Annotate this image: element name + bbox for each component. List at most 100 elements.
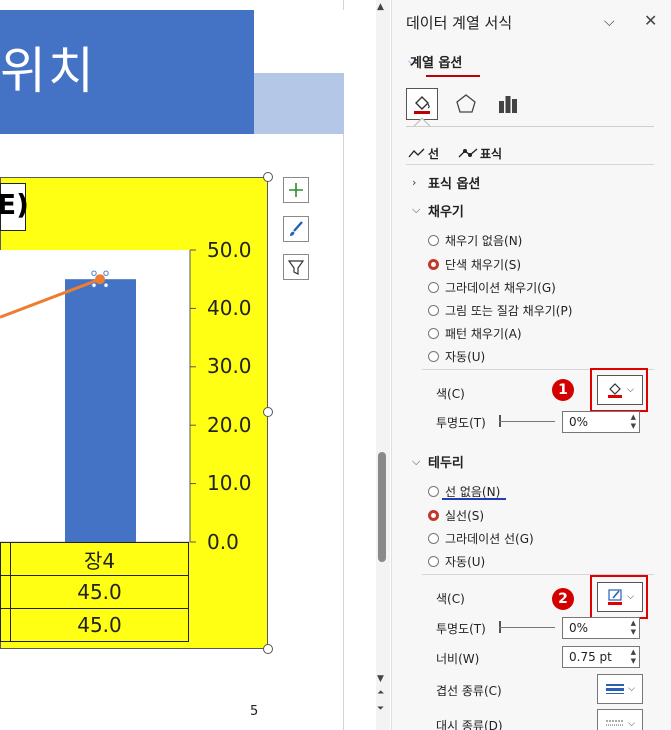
point-selection-handle[interactable] (103, 270, 109, 276)
tab-divider (406, 126, 654, 127)
title-accent-blank (254, 10, 344, 73)
radio-label: 그라데이션 선(G) (445, 532, 534, 546)
slide-vertical-scrollbar[interactable] (376, 0, 390, 730)
format-data-series-pane: 데이터 계열 서식 ⌵ ✕ ⌵ 계열 옵션 선 표식 › 표식 옵션 ⌵ 채우기… (391, 0, 671, 730)
fill-section[interactable]: 채우기 (428, 201, 464, 220)
fill-color-button[interactable]: ⌵ (597, 375, 643, 405)
series-options-dropdown[interactable]: 계열 옵션 (410, 52, 462, 71)
slide-scroll-thumb[interactable] (378, 452, 386, 562)
table-header-cell: 장4 (10, 542, 189, 576)
radio-button[interactable] (428, 556, 439, 567)
chevron-down-icon[interactable]: ⌵ (412, 455, 420, 469)
bar-chart-icon (499, 96, 517, 113)
effects-tab[interactable] (450, 88, 482, 120)
pane-title: 데이터 계열 서식 (406, 14, 513, 32)
line-icon (408, 148, 425, 158)
chevron-down-icon[interactable]: ⌵ (604, 14, 615, 30)
border-option-gradient[interactable]: 그라데이션 선(G) (428, 530, 534, 547)
table-row: 45.0 (0, 608, 189, 642)
chevron-down-icon: ⌵ (627, 385, 634, 395)
table-cell (0, 575, 11, 609)
border-option-solid[interactable]: 실선(S) (428, 507, 484, 524)
dash-type-button[interactable]: ⌵ (597, 709, 643, 730)
spin-value: 0% (569, 415, 589, 429)
spinner-arrows-icon[interactable]: ▲ ▼ (631, 648, 636, 666)
fill-option-solid[interactable]: 단색 채우기(S) (428, 256, 521, 273)
border-transparency-input[interactable]: 0% ▲ ▼ (562, 617, 640, 639)
fill-transparency-slider[interactable] (499, 421, 555, 422)
border-transparency-slider[interactable] (499, 627, 555, 628)
border-color-button[interactable]: ⌵ (597, 582, 643, 612)
marker-options-section[interactable]: 표식 옵션 (428, 173, 480, 192)
chart-elements-button[interactable] (283, 177, 309, 203)
y-axis-tick-label: 40.0 (207, 296, 252, 320)
scroll-down-arrow-icon[interactable]: ▼ (377, 674, 384, 684)
radio-button[interactable] (428, 351, 439, 362)
radio-button[interactable] (428, 282, 439, 293)
chart-plot-svg (0, 249, 196, 543)
radio-label: 자동(U) (445, 350, 486, 364)
table-cell: 45.0 (10, 575, 189, 609)
radio-button[interactable] (428, 533, 439, 544)
brush-icon (290, 221, 303, 236)
radio-button[interactable] (428, 486, 439, 497)
slide-editing-area: 위치 E) 50.0 40.0 30.0 20.0 10.0 0.0 장4 45… (0, 0, 390, 730)
chevron-right-icon[interactable]: › (412, 176, 416, 189)
radio-label: 그림 또는 질감 채우기(P) (445, 304, 573, 318)
chevron-down-icon: ⌵ (628, 719, 635, 729)
fill-option-picture[interactable]: 그림 또는 질감 채우기(P) (428, 302, 572, 319)
chart-styles-button[interactable] (283, 216, 309, 242)
fill-option-none[interactable]: 채우기 없음(N) (428, 232, 522, 249)
radio-button[interactable] (428, 305, 439, 316)
fill-option-pattern[interactable]: 패턴 채우기(A) (428, 325, 522, 342)
series-options-tab[interactable] (492, 88, 524, 120)
radio-button[interactable] (428, 328, 439, 339)
selection-handle-top-right[interactable] (263, 172, 273, 182)
radio-button[interactable] (428, 235, 439, 246)
chevron-down-icon[interactable]: ⌵ (412, 203, 420, 217)
compound-lines-icon (606, 684, 625, 694)
spin-value: 0.75 pt (569, 650, 612, 664)
spinner-arrows-icon[interactable]: ▲ ▼ (631, 619, 636, 637)
radio-button-selected[interactable] (428, 510, 439, 521)
selection-handle-right-middle[interactable] (263, 407, 273, 417)
fill-line-tab[interactable] (406, 88, 438, 120)
compound-type-label: 겹선 종류(C) (436, 684, 502, 698)
fill-transparency-input[interactable]: 0% ▲ ▼ (562, 411, 640, 433)
dash-type-label: 대시 종류(D) (436, 719, 503, 730)
point-selection-handle[interactable] (91, 270, 97, 276)
chart-filters-button[interactable] (283, 254, 309, 280)
previous-slide-icon[interactable]: ⏶ (377, 688, 384, 698)
chart-title-box[interactable]: E) (0, 183, 29, 231)
point-selection-handle[interactable] (91, 282, 97, 288)
next-slide-icon[interactable]: ⏷ (377, 704, 384, 714)
radio-label: 실선(S) (445, 509, 485, 523)
border-width-input[interactable]: 0.75 pt ▲ ▼ (562, 646, 640, 668)
pen-outline-icon (608, 589, 623, 605)
selection-handle-bottom-right[interactable] (263, 644, 273, 654)
slide-title[interactable]: 위치 (0, 36, 96, 106)
scroll-up-arrow-icon[interactable]: ▲ (377, 2, 384, 12)
y-axis-tick-label: 20.0 (207, 413, 252, 437)
spinner-arrows-icon[interactable]: ▲ ▼ (631, 413, 636, 431)
page-number: 5 (250, 704, 259, 719)
fill-transparency-label: 투명도(T) (436, 416, 486, 430)
border-option-auto[interactable]: 자동(U) (428, 553, 485, 570)
border-section[interactable]: 테두리 (428, 452, 464, 471)
chevron-down-icon: ⌵ (627, 592, 634, 602)
compound-type-button[interactable]: ⌵ (597, 674, 643, 704)
close-icon[interactable]: ✕ (644, 11, 657, 30)
bar-mark[interactable] (65, 279, 136, 542)
paint-bucket-icon (608, 383, 623, 398)
point-selection-handle[interactable] (103, 282, 109, 288)
y-axis-tick-label: 0.0 (207, 530, 239, 554)
subtab-marker[interactable]: 표식 (480, 145, 502, 162)
fill-option-gradient[interactable]: 그라데이션 채우기(G) (428, 279, 556, 296)
table-row: 45.0 (0, 575, 189, 609)
fill-option-auto[interactable]: 자동(U) (428, 348, 485, 365)
subtab-divider (406, 164, 654, 165)
radio-button-selected[interactable] (428, 259, 439, 270)
subtab-line[interactable]: 선 (428, 145, 439, 162)
line-point-marker[interactable] (95, 274, 105, 285)
y-axis-tick-label: 10.0 (207, 471, 252, 495)
